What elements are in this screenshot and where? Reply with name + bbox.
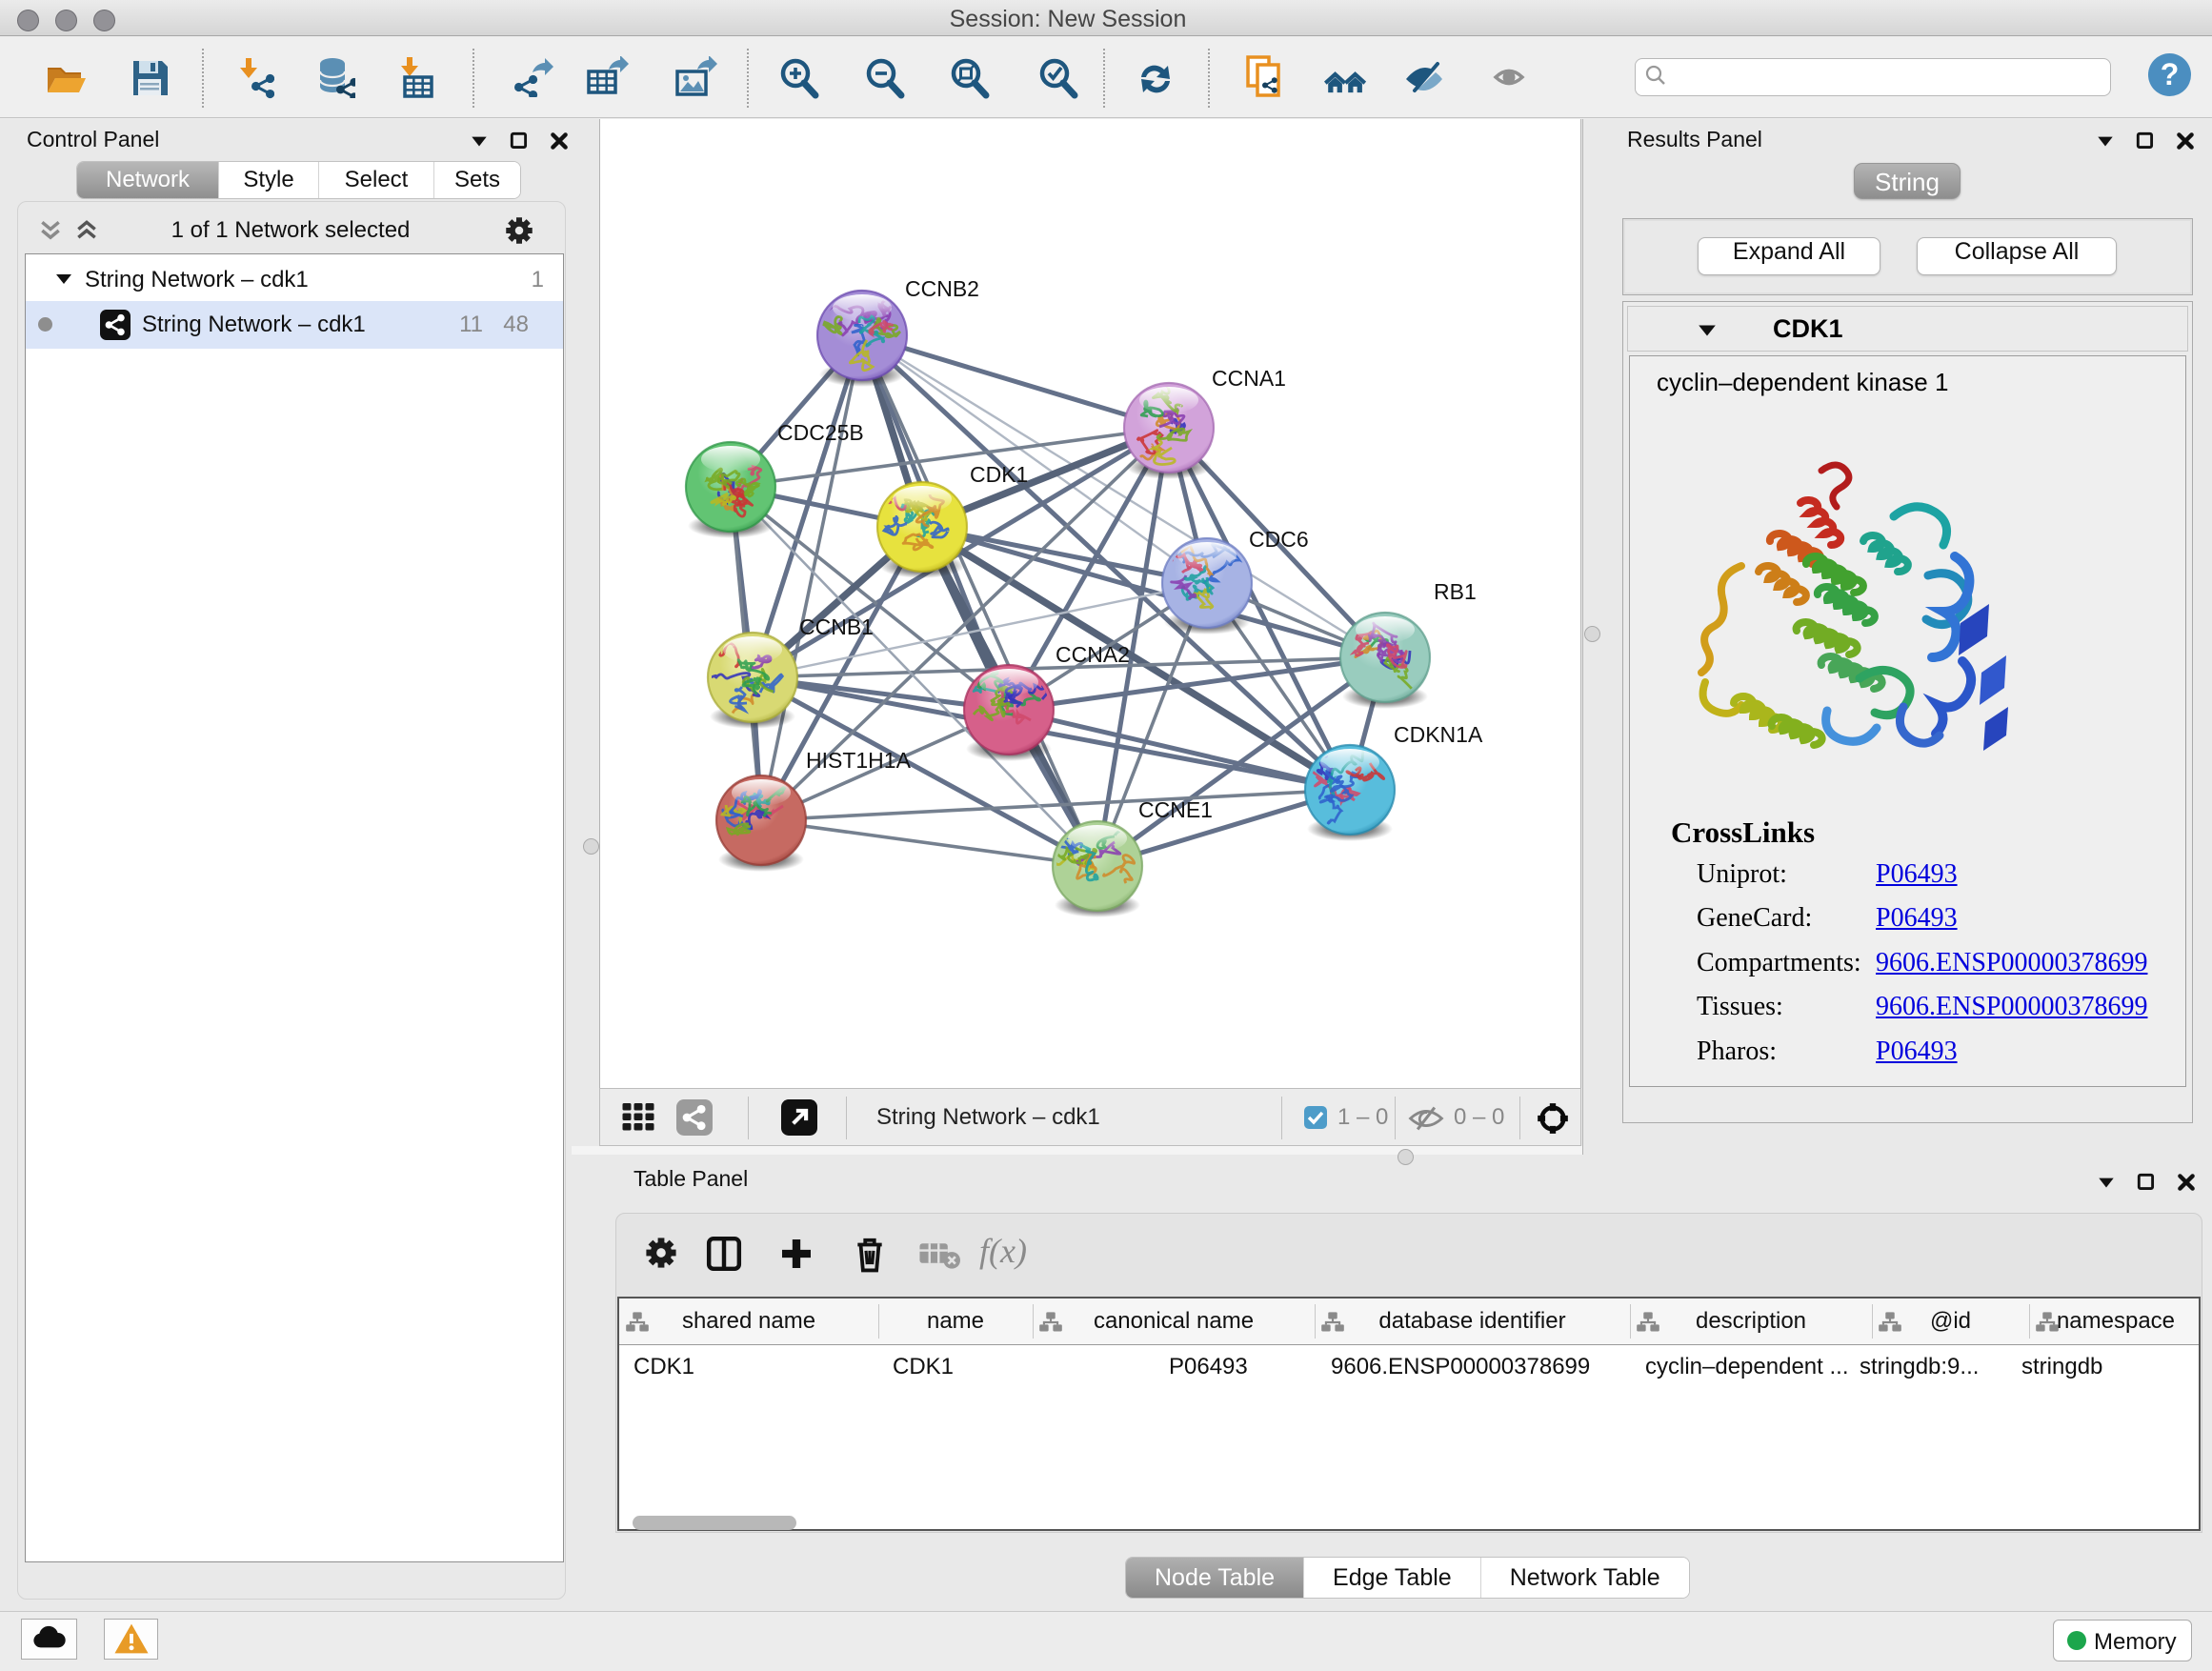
svg-text:CCNB2: CCNB2 [905, 276, 979, 301]
svg-text:CCNB1: CCNB1 [799, 614, 874, 639]
svg-text:CDC25B: CDC25B [777, 420, 864, 445]
svg-text:HIST1H1A: HIST1H1A [806, 748, 912, 773]
svg-text:CCNA2: CCNA2 [1056, 642, 1130, 667]
svg-text:RB1: RB1 [1434, 579, 1477, 604]
svg-text:CCNE1: CCNE1 [1138, 797, 1213, 822]
svg-text:CCNA1: CCNA1 [1212, 366, 1286, 391]
svg-text:CDC6: CDC6 [1249, 527, 1309, 552]
svg-text:CDKN1A: CDKN1A [1394, 722, 1483, 747]
svg-text:CDK1: CDK1 [970, 462, 1028, 487]
